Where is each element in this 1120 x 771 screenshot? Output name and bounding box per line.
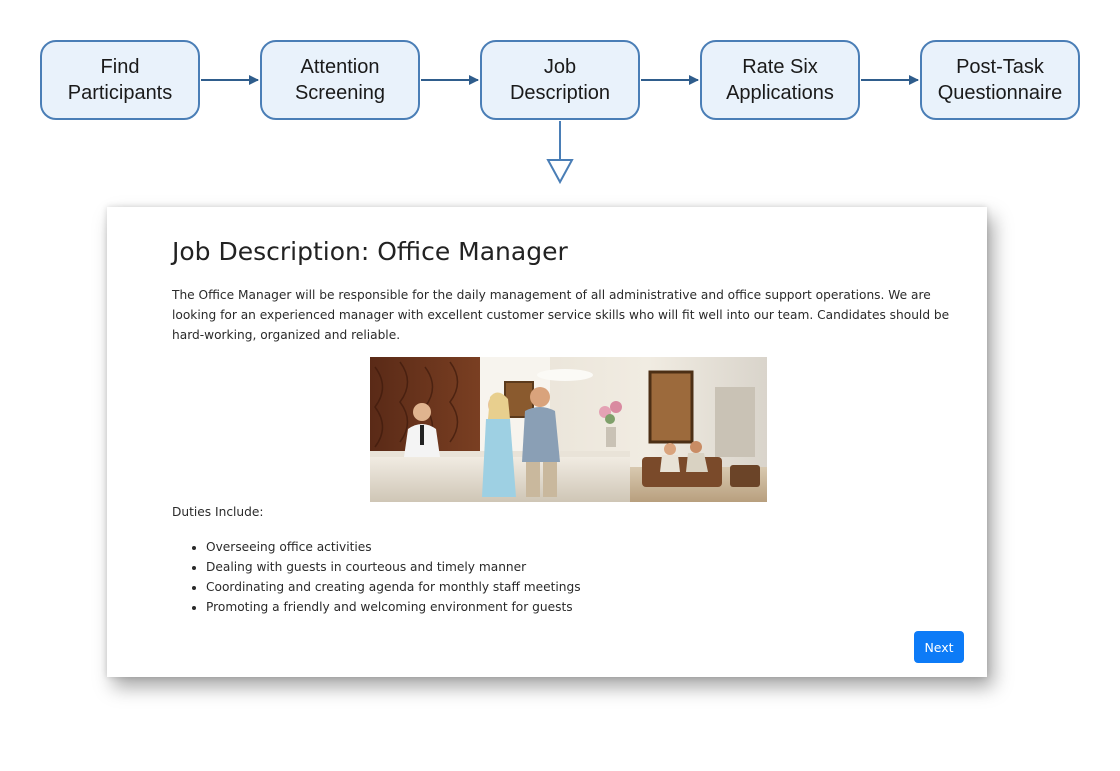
flow-step-rate-six-applications: Rate Six Applications [700,40,860,120]
page-title: Job Description: Office Manager [172,237,568,266]
duty-item: Promoting a friendly and welcoming envir… [206,597,581,617]
duty-item: Overseeing office activities [206,537,581,557]
duties-list: Overseeing office activities Dealing wit… [172,537,581,617]
office-reception-photo [370,357,767,502]
duties-label: Duties Include: [172,505,264,519]
duty-item: Dealing with guests in courteous and tim… [206,557,581,577]
flow-step-post-task-questionnaire: Post-Task Questionnaire [920,40,1080,120]
job-description-text: The Office Manager will be responsible f… [172,288,950,342]
flow-step-find-participants: Find Participants [40,40,200,120]
flow-down-arrowhead [546,159,574,185]
flow-step-job-description: Job Description [480,40,640,120]
duty-item: Coordinating and creating agenda for mon… [206,577,581,597]
job-description-screenshot: Job Description: Office Manager The Offi… [107,207,987,677]
next-button[interactable]: Next [914,631,964,663]
flow-step-attention-screening: Attention Screening [260,40,420,120]
